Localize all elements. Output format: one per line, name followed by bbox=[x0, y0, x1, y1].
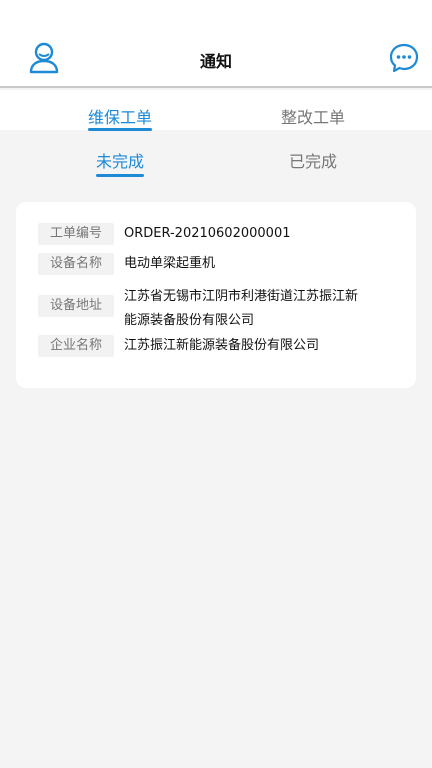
tab-unfinished[interactable]: 未完成 bbox=[70, 148, 170, 177]
company-name-row: 企业名称 江苏振江新能源装备股份有限公司 bbox=[38, 335, 364, 357]
page-title: 通知 bbox=[199, 52, 232, 71]
device-name-label: 设备名称 bbox=[38, 253, 114, 275]
company-name-label: 企业名称 bbox=[38, 335, 114, 357]
active-tab-indicator bbox=[96, 174, 144, 177]
tab-finished[interactable]: 已完成 bbox=[263, 148, 363, 172]
device-name-value: 电动单梁起重机 bbox=[124, 256, 216, 271]
tab-label: 已完成 bbox=[288, 152, 337, 171]
device-address-label: 设备地址 bbox=[38, 295, 114, 317]
company-name-value: 江苏振江新能源装备股份有限公司 bbox=[124, 338, 320, 353]
order-number-value: ORDER-20210602000001 bbox=[124, 226, 291, 241]
order-number-row: 工单编号 ORDER-20210602000001 bbox=[38, 223, 364, 245]
tab-maintenance-orders[interactable]: 维保工单 bbox=[60, 104, 180, 131]
app-root: 通知 维保工单 整改工单 未完成 已完成 工单编号 ORDER-20210602… bbox=[0, 0, 432, 768]
chat-bubble-icon[interactable] bbox=[386, 40, 422, 76]
header: 通知 bbox=[0, 0, 432, 88]
tab-label: 未完成 bbox=[95, 152, 144, 171]
device-address-value: 江苏省无锡市江阴市利港街道江苏振江新能源装备股份有限公司 bbox=[124, 289, 359, 328]
device-address-row: 设备地址 江苏省无锡市江阴市利港街道江苏振江新能源装备股份有限公司 bbox=[38, 285, 364, 333]
sub-tab-bar: 未完成 已完成 bbox=[0, 130, 432, 186]
device-name-row: 设备名称 电动单梁起重机 bbox=[38, 253, 364, 275]
tab-label: 维保工单 bbox=[87, 108, 152, 127]
order-number-label: 工单编号 bbox=[38, 223, 114, 245]
order-card[interactable]: 工单编号 ORDER-20210602000001 设备名称 电动单梁起重机 设… bbox=[16, 202, 416, 388]
tab-label: 整改工单 bbox=[280, 108, 345, 127]
tab-rectification-orders[interactable]: 整改工单 bbox=[253, 104, 373, 128]
top-tab-bar: 维保工单 整改工单 bbox=[0, 90, 432, 131]
